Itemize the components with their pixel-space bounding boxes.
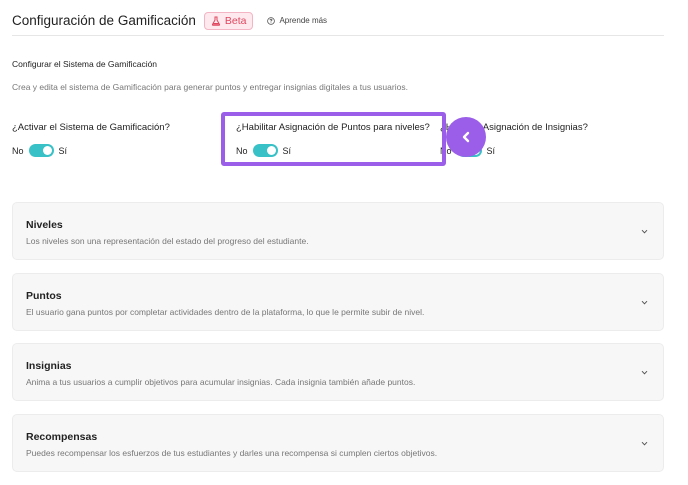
points-levels-switch[interactable]: [252, 144, 278, 157]
toggle-question: ¿Activar el Sistema de Gamificación?: [12, 122, 170, 133]
learn-more-link[interactable]: Aprende más: [267, 16, 327, 25]
chevron-down-icon: [641, 370, 648, 375]
toggle-points-levels: ¿Habilitar Asignación de Puntos para niv…: [236, 122, 430, 157]
card-title: Niveles: [26, 219, 63, 231]
card-description: Los niveles son una representación del e…: [26, 236, 309, 246]
card-puntos[interactable]: Puntos El usuario gana puntos por comple…: [12, 273, 664, 331]
toggle-on-label: Sí: [486, 145, 496, 156]
chevron-down-icon: [641, 300, 648, 305]
toggle-gamification: ¿Activar el Sistema de Gamificación? No …: [12, 122, 170, 157]
card-description: Anima a tus usuarios a cumplir objetivos…: [26, 377, 416, 387]
section-description: Crea y edita el sistema de Gamificación …: [12, 82, 408, 92]
beta-badge: Beta: [203, 11, 254, 30]
help-circle-icon: [267, 16, 276, 25]
toggle-off-label: No: [236, 145, 248, 156]
toggle-off-label: No: [12, 145, 24, 156]
section-title: Configurar el Sistema de Gamificación: [12, 59, 158, 69]
card-niveles[interactable]: Niveles Los niveles son una representaci…: [12, 202, 664, 260]
switch-knob: [266, 146, 276, 155]
toggle-question: ¿Habilitar Asignación de Puntos para niv…: [236, 122, 430, 133]
chevron-left-icon: [462, 131, 470, 143]
toggle-on-label: Sí: [58, 145, 68, 156]
card-recompensas[interactable]: Recompensas Puedes recompensar los esfue…: [12, 414, 664, 472]
card-title: Insignias: [26, 360, 72, 372]
page-title: Configuración de Gamificación: [12, 13, 196, 28]
gamification-switch[interactable]: [28, 144, 54, 157]
card-title: Recompensas: [26, 431, 98, 443]
card-title: Puntos: [26, 290, 62, 302]
learn-more-label: Aprende más: [279, 16, 328, 25]
toggle-on-label: Sí: [282, 145, 292, 156]
card-description: El usuario gana puntos por completar act…: [26, 307, 425, 317]
flask-icon: [211, 16, 220, 26]
beta-label: Beta: [224, 14, 247, 27]
callout-button[interactable]: [446, 117, 486, 157]
switch-knob: [42, 146, 52, 155]
chevron-down-icon: [641, 229, 648, 234]
chevron-down-icon: [641, 441, 648, 446]
page-header: Configuración de Gamificación Beta Apren…: [12, 6, 664, 36]
card-insignias[interactable]: Insignias Anima a tus usuarios a cumplir…: [12, 343, 664, 401]
card-description: Puedes recompensar los esfuerzos de tus …: [26, 448, 438, 458]
